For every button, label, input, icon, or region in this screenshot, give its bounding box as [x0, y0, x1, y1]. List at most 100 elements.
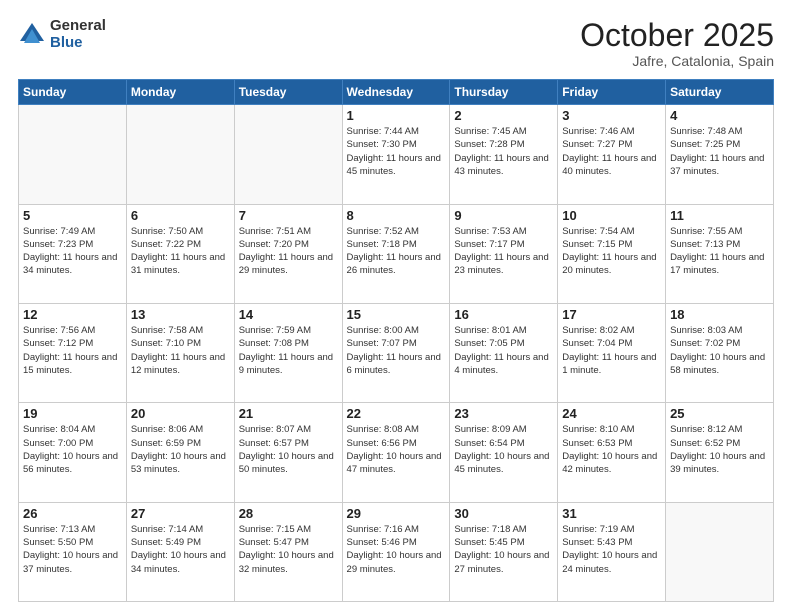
col-sunday: Sunday	[19, 80, 127, 105]
day-number: 10	[562, 208, 661, 223]
col-monday: Monday	[126, 80, 234, 105]
calendar-week-row: 1 Sunrise: 7:44 AM Sunset: 7:30 PM Daylig…	[19, 105, 774, 204]
calendar-subtitle: Jafre, Catalonia, Spain	[580, 53, 774, 69]
logo-icon	[18, 21, 46, 49]
day-number: 1	[347, 108, 446, 123]
day-info: Sunrise: 7:52 AM Sunset: 7:18 PM Dayligh…	[347, 225, 446, 278]
table-row: 27Sunrise: 7:14 AM Sunset: 5:49 PM Dayli…	[126, 502, 234, 601]
day-info: Sunrise: 7:56 AM Sunset: 7:12 PM Dayligh…	[23, 324, 122, 377]
day-info: Sunrise: 8:12 AM Sunset: 6:52 PM Dayligh…	[670, 423, 769, 476]
day-info: Sunrise: 8:01 AM Sunset: 7:05 PM Dayligh…	[454, 324, 553, 377]
day-number: 6	[131, 208, 230, 223]
table-row: 17 Sunrise: 8:02 AM Sunset: 7:04 PM Dayli…	[558, 303, 666, 402]
logo-blue: Blue	[50, 35, 106, 52]
day-number: 24	[562, 406, 661, 421]
day-number: 11	[670, 208, 769, 223]
day-number: 25	[670, 406, 769, 421]
day-info: Sunrise: 7:53 AM Sunset: 7:17 PM Dayligh…	[454, 225, 553, 278]
table-row: 8 Sunrise: 7:52 AM Sunset: 7:18 PM Daylig…	[342, 204, 450, 303]
table-row: 23 Sunrise: 8:09 AM Sunset: 6:54 PM Dayli…	[450, 403, 558, 502]
table-row	[234, 105, 342, 204]
day-info: Sunrise: 7:44 AM Sunset: 7:30 PM Dayligh…	[347, 125, 446, 178]
day-info: Sunrise: 7:50 AM Sunset: 7:22 PM Dayligh…	[131, 225, 230, 278]
day-info: Sunrise: 8:10 AM Sunset: 6:53 PM Dayligh…	[562, 423, 661, 476]
day-number: 8	[347, 208, 446, 223]
page: General Blue October 2025 Jafre, Catalon…	[0, 0, 792, 612]
table-row: 10 Sunrise: 7:54 AM Sunset: 7:15 PM Dayli…	[558, 204, 666, 303]
day-info: Sunrise: 8:07 AM Sunset: 6:57 PM Dayligh…	[239, 423, 338, 476]
day-info: Sunrise: 7:55 AM Sunset: 7:13 PM Dayligh…	[670, 225, 769, 278]
table-row: 7Sunrise: 7:51 AM Sunset: 7:20 PM Daylig…	[234, 204, 342, 303]
day-info: Sunrise: 8:09 AM Sunset: 6:54 PM Dayligh…	[454, 423, 553, 476]
table-row: 29Sunrise: 7:16 AM Sunset: 5:46 PM Dayli…	[342, 502, 450, 601]
day-info: Sunrise: 7:13 AM Sunset: 5:50 PM Dayligh…	[23, 523, 122, 576]
day-number: 19	[23, 406, 122, 421]
day-number: 23	[454, 406, 553, 421]
day-info: Sunrise: 7:45 AM Sunset: 7:28 PM Dayligh…	[454, 125, 553, 178]
day-number: 18	[670, 307, 769, 322]
day-number: 17	[562, 307, 661, 322]
day-number: 13	[131, 307, 230, 322]
table-row: 25 Sunrise: 8:12 AM Sunset: 6:52 PM Dayli…	[666, 403, 774, 502]
table-row	[19, 105, 127, 204]
table-row: 30 Sunrise: 7:18 AM Sunset: 5:45 PM Dayli…	[450, 502, 558, 601]
day-info: Sunrise: 7:19 AM Sunset: 5:43 PM Dayligh…	[562, 523, 661, 576]
day-number: 5	[23, 208, 122, 223]
table-row: 14Sunrise: 7:59 AM Sunset: 7:08 PM Dayli…	[234, 303, 342, 402]
col-friday: Friday	[558, 80, 666, 105]
day-number: 30	[454, 506, 553, 521]
logo: General Blue	[18, 18, 106, 51]
day-number: 16	[454, 307, 553, 322]
day-number: 4	[670, 108, 769, 123]
col-tuesday: Tuesday	[234, 80, 342, 105]
calendar-header-row: Sunday Monday Tuesday Wednesday Thursday…	[19, 80, 774, 105]
day-number: 26	[23, 506, 122, 521]
table-row: 4 Sunrise: 7:48 AM Sunset: 7:25 PM Daylig…	[666, 105, 774, 204]
calendar-week-row: 5Sunrise: 7:49 AM Sunset: 7:23 PM Daylig…	[19, 204, 774, 303]
table-row: 13 Sunrise: 7:58 AM Sunset: 7:10 PM Dayli…	[126, 303, 234, 402]
day-info: Sunrise: 7:54 AM Sunset: 7:15 PM Dayligh…	[562, 225, 661, 278]
title-block: October 2025 Jafre, Catalonia, Spain	[580, 18, 774, 69]
day-info: Sunrise: 8:08 AM Sunset: 6:56 PM Dayligh…	[347, 423, 446, 476]
day-info: Sunrise: 8:04 AM Sunset: 7:00 PM Dayligh…	[23, 423, 122, 476]
day-number: 3	[562, 108, 661, 123]
calendar-week-row: 19 Sunrise: 8:04 AM Sunset: 7:00 PM Dayli…	[19, 403, 774, 502]
calendar-week-row: 12Sunrise: 7:56 AM Sunset: 7:12 PM Dayli…	[19, 303, 774, 402]
table-row: 3Sunrise: 7:46 AM Sunset: 7:27 PM Daylig…	[558, 105, 666, 204]
day-number: 9	[454, 208, 553, 223]
table-row	[666, 502, 774, 601]
table-row: 6 Sunrise: 7:50 AM Sunset: 7:22 PM Daylig…	[126, 204, 234, 303]
col-saturday: Saturday	[666, 80, 774, 105]
day-number: 22	[347, 406, 446, 421]
day-info: Sunrise: 7:59 AM Sunset: 7:08 PM Dayligh…	[239, 324, 338, 377]
table-row: 21 Sunrise: 8:07 AM Sunset: 6:57 PM Dayli…	[234, 403, 342, 502]
day-info: Sunrise: 7:48 AM Sunset: 7:25 PM Dayligh…	[670, 125, 769, 178]
table-row: 31Sunrise: 7:19 AM Sunset: 5:43 PM Dayli…	[558, 502, 666, 601]
col-thursday: Thursday	[450, 80, 558, 105]
table-row: 22 Sunrise: 8:08 AM Sunset: 6:56 PM Dayli…	[342, 403, 450, 502]
day-number: 7	[239, 208, 338, 223]
day-info: Sunrise: 8:02 AM Sunset: 7:04 PM Dayligh…	[562, 324, 661, 377]
table-row: 15 Sunrise: 8:00 AM Sunset: 7:07 PM Dayli…	[342, 303, 450, 402]
table-row: 16 Sunrise: 8:01 AM Sunset: 7:05 PM Dayli…	[450, 303, 558, 402]
table-row: 20Sunrise: 8:06 AM Sunset: 6:59 PM Dayli…	[126, 403, 234, 502]
logo-general: General	[50, 18, 106, 35]
table-row: 19 Sunrise: 8:04 AM Sunset: 7:00 PM Dayli…	[19, 403, 127, 502]
table-row: 18 Sunrise: 8:03 AM Sunset: 7:02 PM Dayli…	[666, 303, 774, 402]
logo-text: General Blue	[50, 18, 106, 51]
day-info: Sunrise: 7:15 AM Sunset: 5:47 PM Dayligh…	[239, 523, 338, 576]
day-number: 21	[239, 406, 338, 421]
calendar-title: October 2025	[580, 18, 774, 53]
day-info: Sunrise: 7:58 AM Sunset: 7:10 PM Dayligh…	[131, 324, 230, 377]
day-number: 2	[454, 108, 553, 123]
day-number: 20	[131, 406, 230, 421]
header: General Blue October 2025 Jafre, Catalon…	[18, 18, 774, 69]
day-info: Sunrise: 7:18 AM Sunset: 5:45 PM Dayligh…	[454, 523, 553, 576]
calendar-table: Sunday Monday Tuesday Wednesday Thursday…	[18, 79, 774, 602]
table-row: 1 Sunrise: 7:44 AM Sunset: 7:30 PM Daylig…	[342, 105, 450, 204]
day-info: Sunrise: 8:03 AM Sunset: 7:02 PM Dayligh…	[670, 324, 769, 377]
day-info: Sunrise: 8:00 AM Sunset: 7:07 PM Dayligh…	[347, 324, 446, 377]
calendar-week-row: 26 Sunrise: 7:13 AM Sunset: 5:50 PM Dayli…	[19, 502, 774, 601]
day-number: 15	[347, 307, 446, 322]
day-number: 27	[131, 506, 230, 521]
